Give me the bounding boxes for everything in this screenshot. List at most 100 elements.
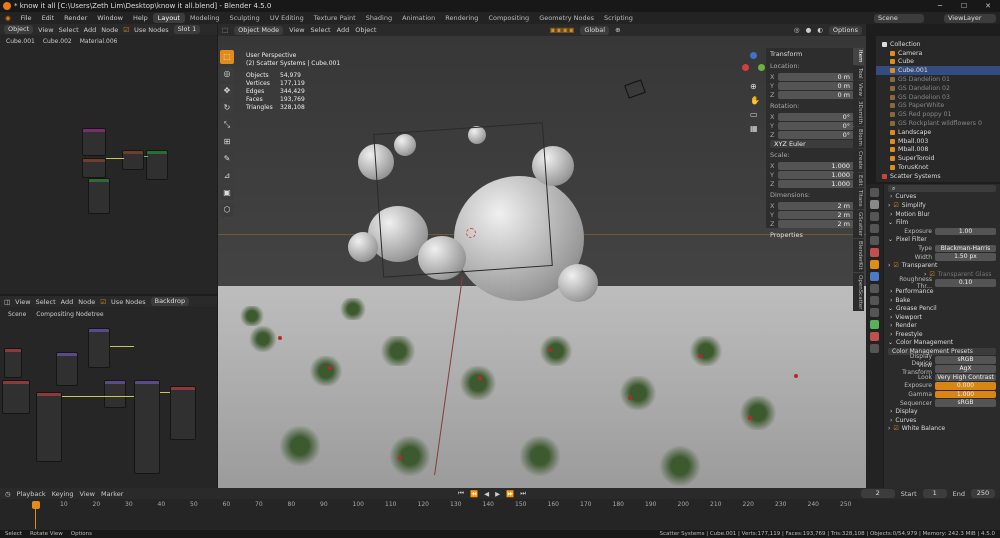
property-value[interactable]: sRGB: [935, 399, 996, 407]
physics-tab-icon[interactable]: [870, 296, 879, 305]
tab-blosm[interactable]: Blosm: [853, 127, 864, 149]
scale-z-field[interactable]: Z 1.000: [770, 180, 854, 188]
snap-icon[interactable]: ⊕: [615, 26, 620, 34]
rotation-y-field[interactable]: Y 0°: [770, 122, 854, 130]
comp-use-nodes-checkbox[interactable]: ☑: [100, 298, 106, 306]
material-tab-icon[interactable]: [870, 332, 879, 341]
outliner-item[interactable]: GS Dandelion 03: [876, 93, 1000, 102]
playhead[interactable]: [32, 501, 40, 509]
vp-menu-add[interactable]: Add: [337, 26, 350, 34]
property-row[interactable]: Exposure 0.000: [884, 382, 1000, 391]
expand-arrow-icon[interactable]: ›: [890, 297, 892, 304]
tl-menu-view[interactable]: View: [80, 490, 95, 498]
collapse-arrow-icon[interactable]: ⌄: [888, 236, 893, 243]
tab-texture-paint[interactable]: Texture Paint: [309, 13, 361, 23]
property-row[interactable]: › Viewport: [884, 313, 1000, 322]
expand-arrow-icon[interactable]: ›: [890, 408, 892, 415]
property-row[interactable]: ⌄ Color Management: [884, 339, 1000, 348]
comp-node[interactable]: [56, 352, 78, 386]
field-value[interactable]: 2 m: [778, 202, 854, 210]
jump-end-icon[interactable]: ⏭: [520, 489, 526, 498]
collapse-arrow-icon[interactable]: ⌄: [888, 305, 893, 312]
rotation-x-field[interactable]: X 0°: [770, 113, 854, 121]
rotation-z-field[interactable]: Z 0°: [770, 131, 854, 139]
property-row[interactable]: ⌄ Pixel Filter: [884, 236, 1000, 245]
breadcrumb-material[interactable]: Material.006: [80, 38, 118, 45]
scale-icon[interactable]: ⤡: [220, 118, 234, 132]
checkbox[interactable]: ☑: [893, 202, 898, 209]
tab-shading[interactable]: Shading: [361, 13, 397, 23]
rotation-mode-value[interactable]: XYZ Euler: [770, 140, 854, 148]
shader-menu-view[interactable]: View: [38, 26, 53, 34]
property-row[interactable]: Sequencer sRGB: [884, 399, 1000, 408]
measure-icon[interactable]: ⊿: [220, 169, 234, 183]
minimize-icon[interactable]: ─: [928, 0, 952, 12]
shading-material-icon[interactable]: ◐: [817, 26, 823, 34]
scene-selector[interactable]: Scene: [874, 13, 924, 23]
options-button[interactable]: Options: [828, 25, 863, 35]
property-value[interactable]: Blackman-Harris: [935, 244, 996, 253]
comp-menu-select[interactable]: Select: [36, 298, 56, 306]
tab-openscatter[interactable]: OpenScatter: [853, 272, 864, 312]
expand-arrow-icon[interactable]: ›: [890, 322, 892, 329]
3d-cursor-icon[interactable]: [466, 228, 476, 238]
add-object-icon[interactable]: ⬡: [220, 203, 234, 217]
property-row[interactable]: › Curves: [884, 416, 1000, 425]
close-icon[interactable]: ✕: [976, 0, 1000, 12]
blender-menu-icon[interactable]: ◉: [0, 14, 16, 22]
menu-render[interactable]: Render: [59, 14, 92, 22]
play-reverse-icon[interactable]: ◀: [484, 490, 489, 498]
tab-animation[interactable]: Animation: [397, 13, 440, 23]
property-value[interactable]: 0.10: [935, 279, 996, 287]
property-row[interactable]: › Freestyle: [884, 330, 1000, 339]
view-layer-selector[interactable]: ViewLayer: [944, 13, 996, 23]
tl-menu-marker[interactable]: Marker: [101, 490, 123, 498]
property-row[interactable]: Width 1.50 px: [884, 253, 1000, 262]
property-row[interactable]: Gamma 1.000: [884, 390, 1000, 399]
camera-view-icon[interactable]: ▭: [750, 110, 758, 119]
tab-sculpting[interactable]: Sculpting: [224, 13, 264, 23]
comp-node[interactable]: [104, 380, 126, 408]
toggles-icon[interactable]: ▣▣▣▣: [550, 26, 575, 34]
property-value[interactable]: Very High Contrast: [935, 373, 996, 382]
tab-modeling[interactable]: Modeling: [185, 13, 225, 23]
tab-geometry-nodes[interactable]: Geometry Nodes: [534, 13, 599, 23]
scene-tab-icon[interactable]: [870, 236, 879, 245]
texture-tab-icon[interactable]: [870, 344, 879, 353]
shader-menu-node[interactable]: Node: [101, 26, 118, 34]
current-frame-field[interactable]: 2: [860, 489, 895, 498]
expand-arrow-icon[interactable]: ›: [890, 211, 892, 218]
start-frame-field[interactable]: 1: [922, 489, 947, 498]
output-tab-icon[interactable]: [870, 212, 879, 221]
backdrop-button[interactable]: Backdrop: [150, 297, 190, 306]
tab-gscatter[interactable]: GScatter: [853, 209, 864, 238]
property-row[interactable]: Look Very High Contrast: [884, 373, 1000, 382]
property-row[interactable]: › ☑ Transparent: [884, 261, 1000, 270]
field-value[interactable]: 2 m: [778, 220, 854, 228]
tab-3dsmith[interactable]: 3Dsmith: [853, 99, 864, 127]
comp-node[interactable]: [4, 348, 22, 378]
outliner-item[interactable]: GS Rockplant wildflowers 0: [876, 119, 1000, 128]
end-frame-field[interactable]: 250: [971, 489, 995, 498]
render-tab-icon[interactable]: [870, 200, 879, 209]
field-value[interactable]: 1.000: [778, 171, 854, 179]
expand-arrow-icon[interactable]: ›: [890, 417, 892, 424]
maximize-icon[interactable]: ☐: [952, 0, 976, 12]
expand-arrow-icon[interactable]: ›: [888, 425, 890, 432]
comp-menu-view[interactable]: View: [15, 298, 30, 306]
vp-menu-view[interactable]: View: [289, 26, 304, 34]
data-tab-icon[interactable]: [870, 320, 879, 329]
field-value[interactable]: 0°: [778, 122, 854, 130]
outliner-collection[interactable]: Scatter Systems: [876, 172, 1000, 181]
property-value[interactable]: 0.000: [935, 382, 996, 390]
move-icon[interactable]: ✥: [220, 84, 234, 98]
select-box-icon[interactable]: ⬚: [220, 50, 234, 64]
breadcrumb-nodetree[interactable]: Compositing Nodetree: [36, 311, 103, 318]
zoom-icon[interactable]: ⊕: [750, 82, 757, 91]
breadcrumb-cube001[interactable]: Cube.001: [6, 38, 35, 45]
tab-compositing[interactable]: Compositing: [483, 13, 534, 23]
outliner-item[interactable]: Cube.001: [876, 66, 1000, 76]
outliner-item[interactable]: TorusKnot: [876, 163, 1000, 172]
tab-blenderkit[interactable]: BlenderKit: [853, 238, 864, 272]
property-value[interactable]: sRGB: [935, 356, 996, 364]
